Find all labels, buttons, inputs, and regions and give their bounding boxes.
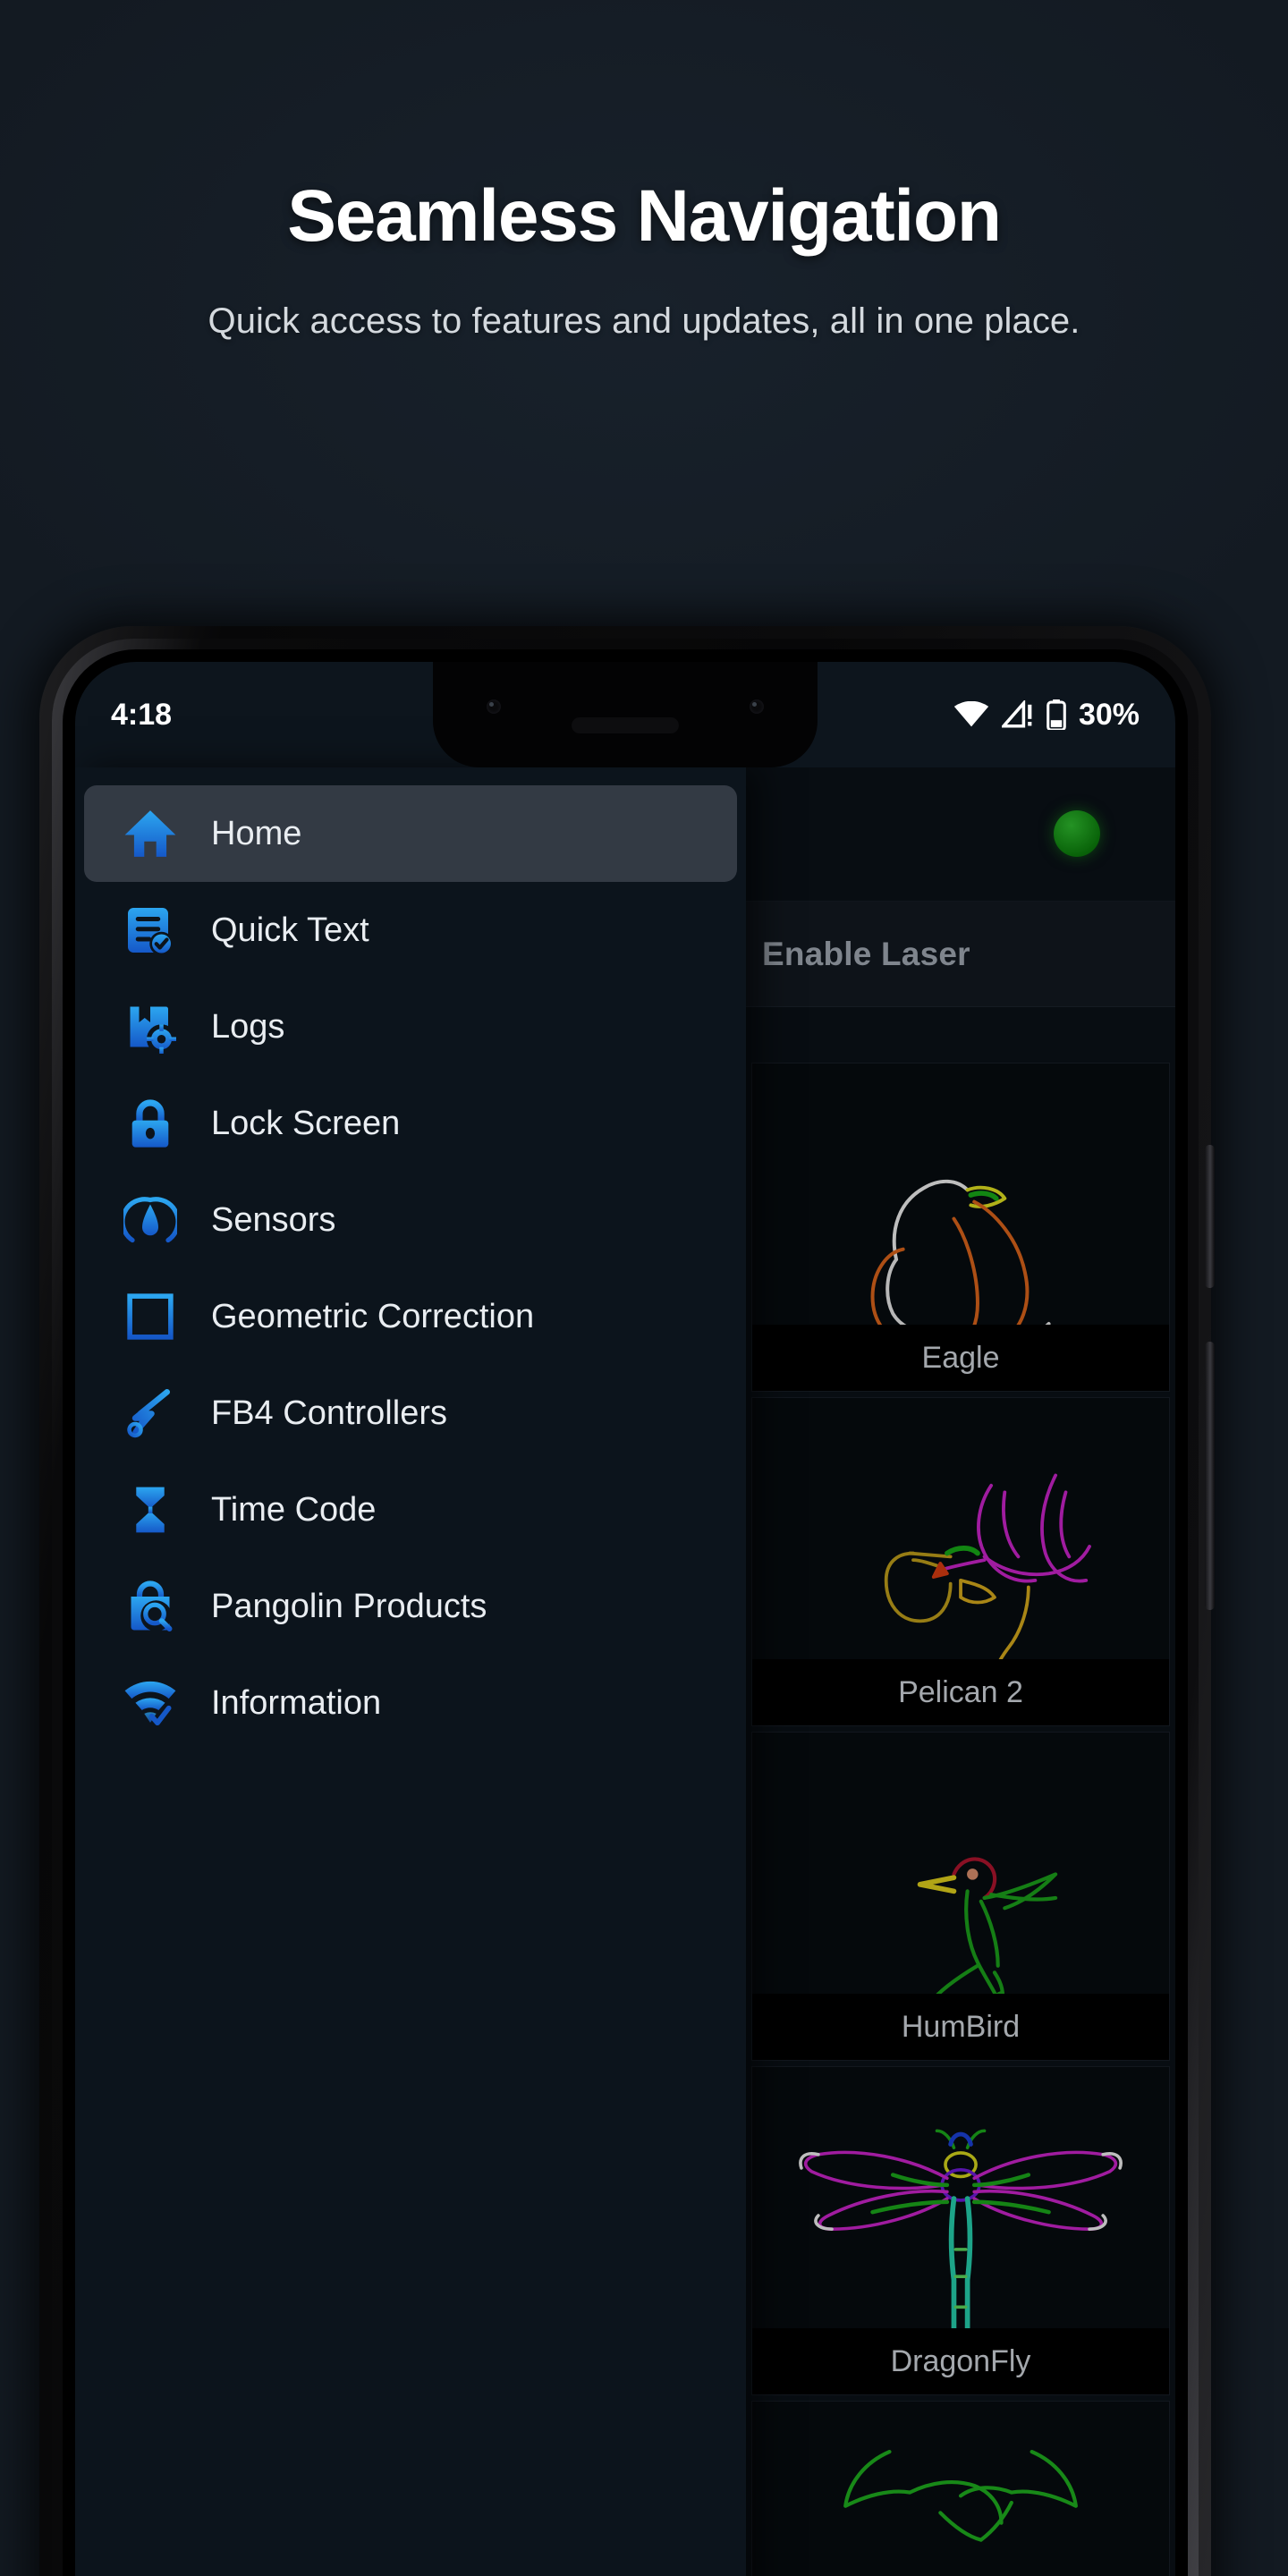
page-subtitle: Quick access to features and updates, al… [208,301,1080,341]
phone-mockup: 4:18 30% Home Quick Text Logs Lock Scree… [39,626,1215,2576]
lock-icon [109,1097,191,1149]
laser-show-list[interactable]: Eagle Pelican 2 HumBird DragonFly [746,1063,1175,2576]
wifi-check-icon [109,1678,191,1728]
content-spacer [746,1007,1175,1063]
sidebar-item-sensors[interactable]: Sensors [84,1172,737,1268]
enable-laser-label: Enable Laser [762,935,970,972]
page-title: Seamless Navigation [287,175,1002,257]
list-item[interactable]: HumBird [751,1732,1170,2061]
list-item[interactable]: DragonFly [751,2066,1170,2395]
enable-laser-button[interactable]: Enable Laser [746,902,1175,1007]
sidebar-item-quick-text[interactable]: Quick Text [84,882,737,979]
logs-icon [109,1000,191,1054]
list-item[interactable]: Eagle [751,1063,1170,1392]
main-content: Enable Laser Eagle Pelican 2 HumBird Dra… [746,767,1175,2576]
home-icon [109,806,191,861]
sidebar-item-label: Information [211,1683,382,1722]
partial-laser-art [752,2402,1169,2576]
status-bar-time: 4:18 [111,697,173,732]
sidebar-item-label: Logs [211,1007,285,1046]
sidebar-item-pangolin-products[interactable]: Pangolin Products [84,1558,737,1655]
battery-percent-label: 30% [1078,697,1140,732]
promo-header: Seamless Navigation Quick access to feat… [0,0,1288,347]
phone-screen: 4:18 30% Home Quick Text Logs Lock Scree… [75,662,1175,2576]
sidebar-item-label: Sensors [211,1200,336,1239]
list-item-label: Eagle [752,1325,1169,1391]
content-top-bar [746,767,1175,902]
sidebar-item-label: Lock Screen [211,1104,401,1142]
grid-icon [109,1292,191,1342]
list-item[interactable] [751,2401,1170,2576]
sidebar-item-geometric-correction[interactable]: Geometric Correction [84,1268,737,1365]
hourglass-icon [109,1484,191,1536]
battery-icon [1046,699,1066,730]
sidebar-item-label: Home [211,814,302,852]
sidebar-item-label: Pangolin Products [211,1587,487,1625]
sensors-icon [109,1193,191,1247]
sidebar-item-fb4-controllers[interactable]: FB4 Controllers [84,1365,737,1462]
list-item-label: HumBird [752,1994,1169,2060]
volume-button[interactable] [1205,1145,1215,1288]
sidebar-item-home[interactable]: Home [84,785,737,882]
sidebar-item-information[interactable]: Information [84,1655,737,1751]
product-search-icon [109,1580,191,1633]
wifi-icon [953,701,989,728]
power-button[interactable] [1205,1342,1215,1610]
sidebar-item-label: Geometric Correction [211,1297,535,1335]
list-item[interactable]: Pelican 2 [751,1397,1170,1726]
sidebar-item-lock-screen[interactable]: Lock Screen [84,1075,737,1172]
list-item-label: Pelican 2 [752,1659,1169,1725]
sidebar-item-logs[interactable]: Logs [84,979,737,1075]
bolt-icon [109,1386,191,1440]
list-item-label: DragonFly [752,2328,1169,2394]
sidebar-item-label: Quick Text [211,911,369,949]
promo-screenshot: Seamless Navigation Quick access to feat… [0,0,1288,2576]
sidebar-item-time-code[interactable]: Time Code [84,1462,737,1558]
navigation-drawer: Home Quick Text Logs Lock Screen Sensors… [75,767,746,2576]
sidebar-item-label: FB4 Controllers [211,1394,447,1432]
sidebar-item-label: Time Code [211,1490,377,1529]
signal-warning-icon [1001,700,1034,729]
status-bar: 4:18 30% [75,662,1175,767]
app-body: Home Quick Text Logs Lock Screen Sensors… [75,767,1175,2576]
quick-text-icon [109,903,191,957]
status-bar-indicators: 30% [953,698,1140,733]
status-indicator-green [1054,810,1100,857]
